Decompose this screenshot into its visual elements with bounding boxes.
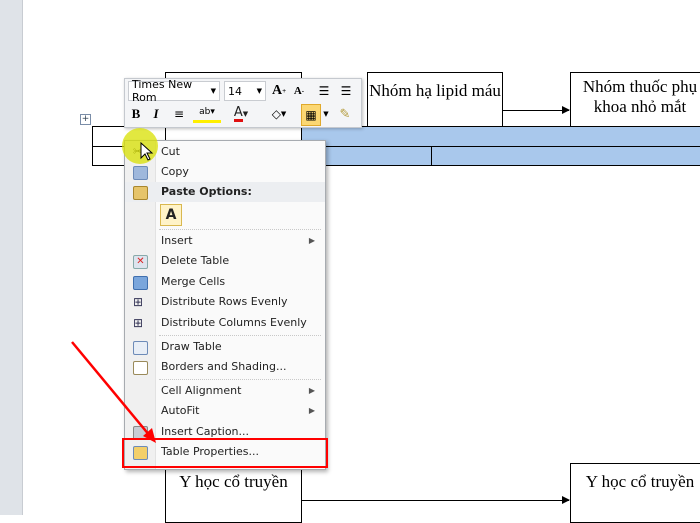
- annotation-arrow: [71, 341, 156, 443]
- mouse-pointer-icon: [140, 142, 154, 161]
